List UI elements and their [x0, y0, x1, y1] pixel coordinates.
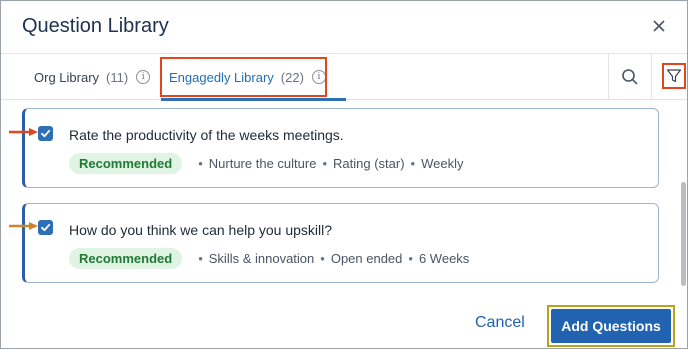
tab-count: (11)	[106, 69, 129, 85]
question-library-dialog: Question Library Org Library (11) i Enga…	[0, 0, 688, 349]
active-tab-indicator	[161, 98, 346, 101]
bullet: •	[320, 250, 325, 266]
question-card[interactable]: Rate the productivity of the weeks meeti…	[22, 108, 659, 188]
question-frequency: 6 Weeks	[418, 250, 470, 266]
bullet: •	[198, 155, 203, 171]
recommended-badge: Recommended	[69, 247, 183, 269]
dialog-header: Question Library	[1, 1, 687, 53]
question-type: Rating (star)	[333, 155, 405, 171]
filter-icon[interactable]	[662, 63, 686, 89]
question-card[interactable]: How do you think we can help you upskill…	[22, 203, 659, 283]
close-icon[interactable]	[647, 14, 671, 38]
recommended-badge: Recommended	[69, 152, 183, 174]
question-type: Open ended	[330, 250, 403, 266]
divider	[608, 53, 609, 99]
library-tabs: Org Library (11) i Engagedly Library (22…	[1, 53, 687, 101]
arrow-icon	[9, 222, 38, 230]
info-icon[interactable]: i	[311, 70, 326, 84]
scrollbar-thumb[interactable]	[681, 182, 686, 286]
cancel-button[interactable]: Cancel	[475, 314, 525, 332]
question-meta: Recommended • Nurture the culture • Rati…	[69, 152, 463, 174]
question-checkbox[interactable]	[38, 126, 53, 141]
question-meta: Recommended • Skills & innovation • Open…	[69, 247, 469, 269]
add-questions-button[interactable]: Add Questions	[551, 309, 671, 343]
bullet: •	[410, 155, 416, 171]
question-checkbox[interactable]	[38, 220, 53, 235]
divider	[651, 53, 652, 99]
tab-count: (22)	[280, 69, 304, 85]
bullet: •	[408, 250, 413, 266]
question-text: Rate the productivity of the weeks meeti…	[69, 127, 344, 143]
question-category: Skills & innovation	[208, 250, 315, 266]
bullet: •	[198, 250, 203, 266]
tab-label: Engagedly Library	[169, 69, 274, 85]
question-frequency: Weekly	[421, 155, 464, 171]
dialog-title: Question Library	[22, 15, 169, 37]
question-text: How do you think we can help you upskill…	[69, 222, 333, 238]
tab-engagedly-library[interactable]: Engagedly Library (22) i	[161, 54, 346, 101]
info-icon[interactable]: i	[136, 70, 151, 84]
bullet: •	[322, 155, 327, 171]
tab-label: Org Library	[34, 69, 100, 85]
search-icon[interactable]	[618, 65, 642, 89]
tab-org-library[interactable]: Org Library (11) i	[34, 54, 151, 100]
arrow-icon	[9, 128, 38, 136]
question-category: Nurture the culture	[208, 155, 317, 171]
